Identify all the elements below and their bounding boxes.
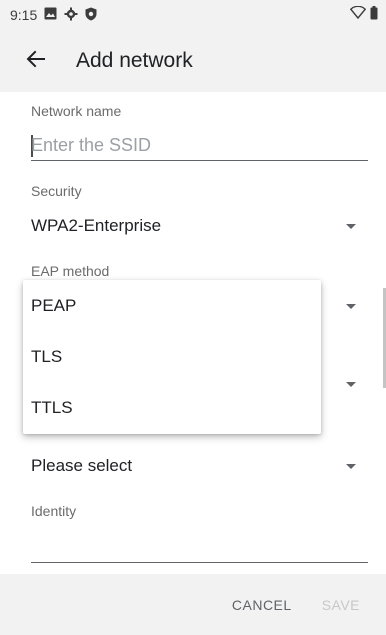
back-arrow-icon: [26, 50, 46, 73]
save-button[interactable]: SAVE: [322, 597, 360, 613]
back-button[interactable]: [14, 39, 58, 83]
wifi-icon: [349, 5, 367, 24]
status-bar: 9:15: [0, 0, 386, 30]
security-select[interactable]: WPA2-Enterprise: [31, 210, 356, 242]
eap-method-label: EAP method: [31, 263, 110, 279]
status-left: 9:15: [10, 7, 97, 24]
security-label: Security: [31, 183, 82, 199]
cancel-button[interactable]: CANCEL: [232, 597, 292, 613]
app-bar: Add network: [0, 30, 386, 92]
security-value: WPA2-Enterprise: [31, 216, 162, 235]
network-name-label: Network name: [31, 103, 122, 119]
chevron-down-icon: [346, 463, 356, 469]
status-time: 9:15: [10, 7, 38, 23]
image-icon: [44, 7, 57, 23]
chevron-down-icon: [346, 381, 356, 387]
gear-icon: [64, 7, 78, 24]
battery-icon: [370, 5, 378, 25]
eap-method-popup: PEAP TLS TTLS: [23, 280, 321, 434]
identity-input[interactable]: [31, 532, 368, 563]
status-right: [349, 5, 378, 25]
ca-certificate-value: Please select: [31, 456, 133, 475]
popup-option-peap[interactable]: PEAP: [23, 280, 321, 331]
dialog-footer: CANCEL SAVE: [0, 574, 386, 635]
identity-label: Identity: [31, 503, 77, 519]
network-name-input[interactable]: [31, 130, 368, 161]
page-title: Add network: [76, 49, 193, 72]
popup-option-ttls[interactable]: TTLS: [23, 382, 321, 433]
popup-option-tls[interactable]: TLS: [23, 331, 321, 382]
ca-certificate-select[interactable]: Please select: [31, 450, 356, 482]
chevron-down-icon: [346, 223, 356, 229]
chevron-down-icon: [346, 303, 356, 309]
shield-icon: [85, 7, 97, 24]
